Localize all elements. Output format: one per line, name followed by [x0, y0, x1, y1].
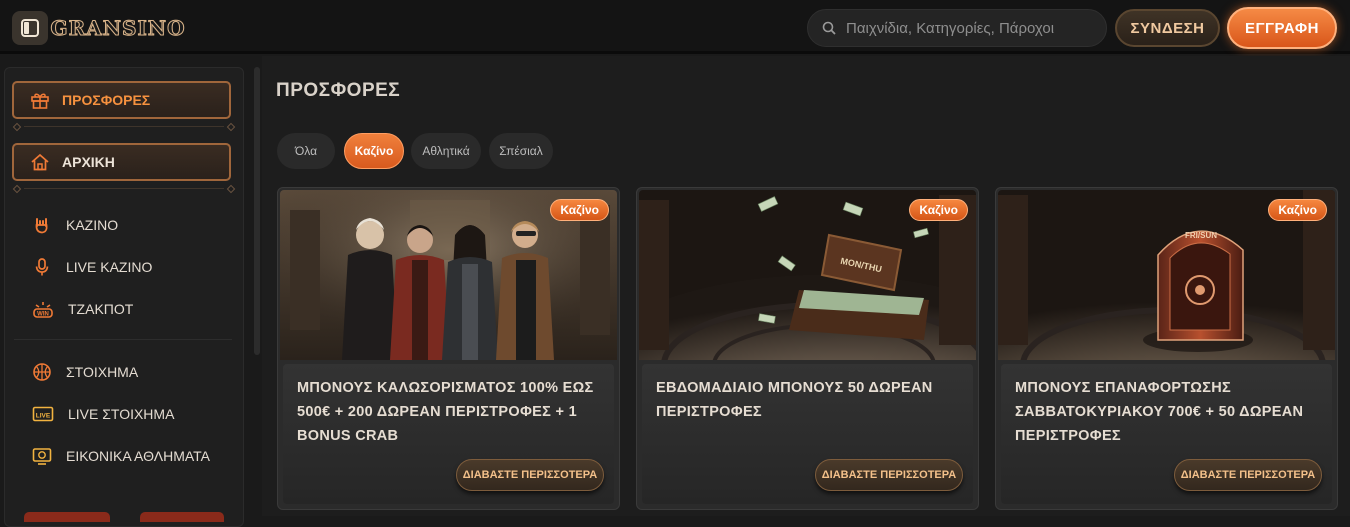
tab-special[interactable]: Σπέσιαλ: [489, 133, 553, 169]
brand-logo[interactable]: GRANSINO: [50, 12, 185, 44]
read-more-button[interactable]: ΔΙΑΒΑΣΤΕ ΠΕΡΙΣΣΟΤΕΡΑ: [456, 459, 604, 491]
register-button[interactable]: ΕΓΓΡΑΦΗ: [1227, 7, 1337, 49]
microphone-icon: [35, 258, 49, 276]
sidebar-divider: [12, 122, 236, 132]
sidebar-item-betting[interactable]: ΣΤΟΙΧΗΜΑ: [32, 358, 138, 386]
search-input[interactable]: [846, 19, 1086, 37]
sidebar-separator: [14, 339, 232, 340]
sidebar-item-casino[interactable]: ΚΑΖΙΝΟ: [32, 211, 118, 239]
category-badge: Καζίνο: [1268, 199, 1327, 221]
jackpot-win-icon: WIN: [33, 302, 53, 318]
sidebar-toggle-icon: [21, 19, 39, 37]
basketball-icon: [33, 363, 51, 381]
search-icon: [822, 21, 836, 35]
sidebar-item-label: ΠΡΟΣΦΟΡΕΣ: [62, 92, 151, 108]
svg-text:WIN: WIN: [37, 312, 49, 318]
sidebar-item-jackpot[interactable]: WIN ΤΖΑΚΠΟΤ: [32, 295, 133, 323]
promo-title: ΕΒΔΟΜΑΔΙΑΙΟ ΜΠΟΝΟΥΣ 50 ΔΩΡΕΑΝ ΠΕΡΙΣΤΡΟΦΕ…: [656, 380, 933, 420]
search-box[interactable]: [807, 9, 1107, 47]
sidebar-item-label: ΣΤΟΙΧΗΜΑ: [66, 364, 139, 380]
promo-card[interactable]: MON/THU Καζίνο ΕΒΔΟΜΑΔΙΑΙΟ ΜΠΟΝΟΥΣ 50 ΔΩ…: [636, 187, 979, 510]
category-badge: Καζίνο: [550, 199, 609, 221]
sidebar-divider: [12, 184, 236, 194]
sidebar-item-label: ΚΑΖΙΝΟ: [66, 217, 119, 233]
promo-card-body: ΜΠΟΝΟΥΣ ΕΠΑΝΑΦΟΡΤΩΣΗΣ ΣΑΒΒΑΤΟΚΥΡΙΑΚΟΥ 70…: [1001, 364, 1332, 504]
category-badge: Καζίνο: [909, 199, 968, 221]
tab-casino[interactable]: Καζίνο: [344, 133, 404, 169]
login-button[interactable]: ΣΥΝΔΕΣΗ: [1115, 9, 1220, 47]
gift-icon: [31, 93, 49, 109]
sidebar-item-live-casino[interactable]: LIVE ΚΑΖΙΝΟ: [32, 253, 152, 281]
sidebar-item-label: ΕΙΚΟΝΙΚΑ ΑΘΛΗΜΑΤΑ: [66, 448, 210, 464]
sidebar-item-label: LIVE ΚΑΖΙΝΟ: [66, 259, 153, 275]
promo-image-characters: Καζίνο: [280, 190, 617, 360]
top-bar: GRANSINO ΣΥΝΔΕΣΗ ΕΓΓΡΑΦΗ: [0, 0, 1350, 54]
promo-card-body: ΕΒΔΟΜΑΔΙΑΙΟ ΜΠΟΝΟΥΣ 50 ΔΩΡΕΑΝ ΠΕΡΙΣΤΡΟΦΕ…: [642, 364, 973, 504]
sidebar-bottom-button[interactable]: [24, 512, 110, 522]
svg-text:LIVE: LIVE: [36, 412, 51, 419]
promo-image-safe: FRI/SUN Καζίνο: [998, 190, 1335, 360]
rock-hand-icon: [35, 218, 48, 234]
read-more-button[interactable]: ΔΙΑΒΑΣΤΕ ΠΕΡΙΣΣΟΤΕΡΑ: [815, 459, 963, 491]
promo-card-body: ΜΠΟΝΟΥΣ ΚΑΛΩΣΟΡΙΣΜΑΤΟΣ 100% ΕΩΣ 500€ + 2…: [283, 364, 614, 504]
sidebar-item-virtual-sports[interactable]: ΕΙΚΟΝΙΚΑ ΑΘΛΗΜΑΤΑ: [32, 442, 210, 470]
sidebar-item-label: LIVE ΣΤΟΙΧΗΜΑ: [68, 406, 175, 422]
promo-image-money-case: MON/THU Καζίνο: [639, 190, 976, 360]
virtual-sports-icon: [32, 448, 52, 465]
sidebar-item-promotions[interactable]: ΠΡΟΣΦΟΡΕΣ: [12, 81, 231, 119]
promo-card[interactable]: Καζίνο ΜΠΟΝΟΥΣ ΚΑΛΩΣΟΡΙΣΜΑΤΟΣ 100% ΕΩΣ 5…: [277, 187, 620, 510]
sidebar-item-label: ΑΡΧΙΚΗ: [62, 154, 115, 170]
sidebar-item-live-betting[interactable]: LIVE LIVE ΣΤΟΙΧΗΜΑ: [32, 400, 174, 428]
read-more-button[interactable]: ΔΙΑΒΑΣΤΕ ΠΕΡΙΣΣΟΤΕΡΑ: [1174, 459, 1322, 491]
tab-sports[interactable]: Αθλητικά: [411, 133, 481, 169]
home-icon: [31, 153, 49, 171]
sidebar-scrollbar[interactable]: [254, 67, 260, 355]
live-badge-icon: LIVE: [32, 406, 54, 422]
sidebar-bottom-button[interactable]: [140, 512, 224, 522]
promo-card[interactable]: FRI/SUN Καζίνο ΜΠΟΝΟΥΣ ΕΠΑΝΑΦΟΡΤΩΣΗΣ ΣΑΒ…: [995, 187, 1338, 510]
sidebar-item-label: ΤΖΑΚΠΟΤ: [68, 301, 134, 317]
menu-toggle-button[interactable]: [12, 11, 48, 45]
safe-label: FRI/SUN: [1185, 231, 1217, 240]
page-title: ΠΡΟΣΦΟΡΕΣ: [276, 80, 401, 101]
tab-all[interactable]: Όλα: [277, 133, 335, 169]
promo-title: ΜΠΟΝΟΥΣ ΕΠΑΝΑΦΟΡΤΩΣΗΣ ΣΑΒΒΑΤΟΚΥΡΙΑΚΟΥ 70…: [1015, 380, 1304, 444]
sidebar-item-home[interactable]: ΑΡΧΙΚΗ: [12, 143, 231, 181]
promo-title: ΜΠΟΝΟΥΣ ΚΑΛΩΣΟΡΙΣΜΑΤΟΣ 100% ΕΩΣ 500€ + 2…: [297, 380, 594, 444]
